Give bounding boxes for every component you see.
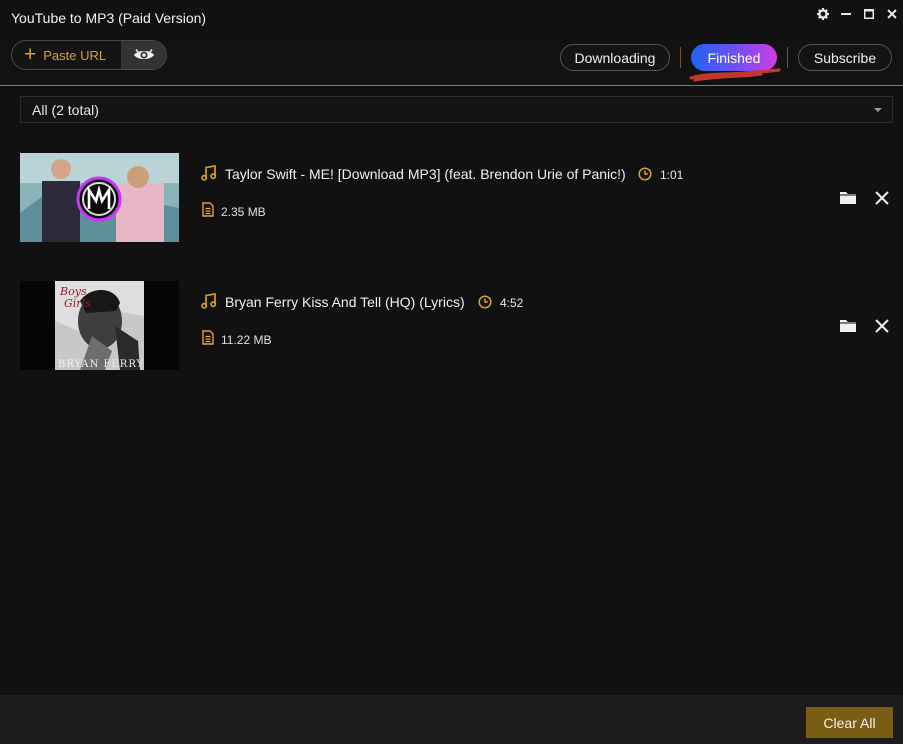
- remove-item-icon[interactable]: [874, 190, 890, 206]
- item-size: 2.35 MB: [221, 205, 266, 219]
- tab-finished[interactable]: Finished: [689, 44, 781, 82]
- app-title: YouTube to MP3 (Paid Version): [11, 10, 207, 26]
- item-title: Bryan Ferry Kiss And Tell (HQ) (Lyrics): [225, 294, 465, 310]
- music-note-icon: [201, 165, 217, 181]
- paste-url-label: Paste URL: [43, 47, 107, 63]
- paste-url-group: + Paste URL: [11, 40, 167, 70]
- red-underline-annotation: [689, 68, 781, 82]
- tab-finished-label: Finished: [707, 49, 761, 66]
- eye-icon: [133, 49, 154, 60]
- tab-separator: [787, 47, 788, 68]
- remove-item-icon[interactable]: [874, 318, 890, 334]
- filter-selected-value: All (2 total): [32, 101, 99, 118]
- file-icon: [202, 330, 214, 345]
- paste-url-button[interactable]: + Paste URL: [12, 41, 121, 69]
- window-controls: [811, 5, 903, 25]
- filter-dropdown[interactable]: All (2 total): [20, 96, 893, 123]
- settings-gear-icon[interactable]: [811, 5, 834, 23]
- clear-all-button[interactable]: Clear All: [806, 707, 893, 738]
- footer-bar: Clear All: [0, 695, 903, 744]
- video-thumbnail: [20, 153, 179, 242]
- plus-icon: +: [24, 43, 37, 66]
- clock-icon: [638, 167, 652, 181]
- item-size: 11.22 MB: [221, 333, 272, 347]
- thumbnail-caption: BRYAN FERRY: [58, 359, 144, 370]
- tab-downloading[interactable]: Downloading: [560, 44, 670, 71]
- open-folder-icon[interactable]: [839, 189, 857, 205]
- close-window-icon[interactable]: [880, 5, 903, 23]
- item-duration: 1:01: [660, 168, 684, 182]
- svg-text:Girls: Girls: [64, 297, 91, 310]
- item-title: Taylor Swift - ME! [Download MP3] (feat.…: [225, 166, 626, 182]
- item-duration: 4:52: [500, 296, 524, 310]
- list-item: Taylor Swift - ME! [Download MP3] (feat.…: [0, 153, 903, 243]
- clock-icon: [478, 295, 492, 309]
- view-tabs: Downloading Finished Subscribe: [560, 44, 892, 82]
- minimize-icon[interactable]: [834, 5, 857, 23]
- video-thumbnail: Boys Girls BRYAN FERRY: [20, 281, 179, 370]
- toolbar: + Paste URL Downloading Finished Subscri…: [0, 34, 903, 86]
- list-item: Boys Girls BRYAN FERRY Bryan Ferry Kiss …: [0, 281, 903, 371]
- preview-toggle-button[interactable]: [121, 41, 166, 69]
- tab-separator: [680, 47, 681, 68]
- file-icon: [202, 202, 214, 217]
- open-folder-icon[interactable]: [839, 317, 857, 333]
- maximize-icon[interactable]: [857, 5, 880, 23]
- title-bar: YouTube to MP3 (Paid Version): [0, 0, 903, 34]
- music-note-icon: [201, 293, 217, 309]
- dropdown-arrow-icon: [874, 108, 882, 112]
- tab-subscribe[interactable]: Subscribe: [798, 44, 892, 71]
